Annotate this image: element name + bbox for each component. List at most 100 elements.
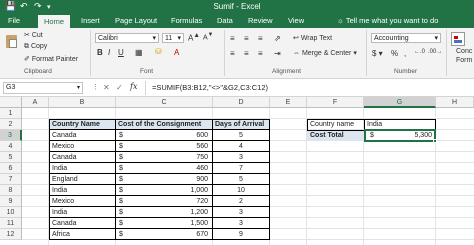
country-name-label[interactable]: Country name (308, 119, 364, 130)
column-header[interactable]: B (49, 97, 116, 108)
font-name-dropdown[interactable]: Calibri ▾ (95, 33, 159, 43)
cell-days[interactable]: 9 (213, 229, 269, 240)
scissors-icon: ✂ (24, 32, 32, 39)
align-middle-icon[interactable]: ≡ (244, 34, 249, 43)
tab-page-layout[interactable]: Page Layout (115, 16, 157, 25)
currency-icon[interactable]: $ ▾ (372, 49, 383, 58)
chevron-down-icon: ▾ (152, 35, 156, 42)
column-header[interactable]: D (213, 97, 270, 108)
row-header[interactable]: 5 (0, 152, 22, 163)
format-painter-button[interactable]: ✐ Format Painter (24, 55, 78, 63)
tab-view[interactable]: View (288, 16, 304, 25)
name-box[interactable]: G3 ▾ (3, 82, 83, 94)
align-center-icon[interactable]: ≡ (244, 49, 249, 58)
italic-button[interactable]: I (108, 48, 110, 57)
row-header[interactable]: 4 (0, 141, 22, 152)
cell-country[interactable]: Africa (50, 229, 114, 240)
title-bar: 💾 ↶ ↷ ▾ Sumif - Excel (0, 0, 474, 14)
column-header[interactable]: F (307, 97, 364, 108)
paste-icon-sheet (9, 39, 17, 48)
worksheet-grid: A B C D E F G H 1 2 3 4 5 6 7 8 9 10 11 … (0, 97, 474, 245)
row-header[interactable]: 12 (0, 229, 22, 240)
column-header-selected[interactable]: G (364, 97, 436, 108)
fill-color-icon[interactable]: ⛁ (155, 47, 162, 56)
select-all-corner[interactable] (0, 97, 22, 108)
decrease-font-button[interactable]: A▼ (203, 32, 213, 41)
tab-review[interactable]: Review (248, 16, 273, 25)
align-right-icon[interactable]: ≡ (258, 49, 263, 58)
merge-icon: ⇔ (293, 50, 302, 57)
align-bottom-icon[interactable]: ≡ (258, 34, 263, 43)
header-cost[interactable]: Cost of the Consignment (116, 119, 212, 130)
tab-formulas[interactable]: Formulas (171, 16, 202, 25)
align-left-icon[interactable]: ≡ (230, 49, 235, 58)
cost-total-currency: $ (370, 132, 374, 139)
row-header[interactable]: 2 (0, 119, 22, 130)
header-days[interactable]: Days of Arrival (213, 119, 269, 130)
chevron-down-icon: ▾ (177, 35, 181, 42)
number-format-dropdown[interactable]: Accounting ▾ (371, 33, 441, 43)
row-header[interactable]: 1 (0, 108, 22, 119)
borders-icon[interactable]: ▦ (135, 48, 143, 57)
underline-button[interactable]: U (118, 48, 124, 57)
divider (145, 81, 146, 95)
orientation-icon[interactable]: ⇗ (274, 34, 281, 43)
conditional-formatting-button[interactable]: Conc (456, 48, 472, 55)
comma-style-icon[interactable]: , (404, 49, 406, 58)
increase-font-button[interactable]: A▲ (188, 32, 200, 43)
row-header[interactable]: 10 (0, 207, 22, 218)
row-header-selected[interactable]: 3 (0, 130, 22, 141)
row-header[interactable]: 11 (0, 218, 22, 229)
paintbrush-icon: ✐ (24, 56, 32, 63)
tab-file[interactable]: File (8, 16, 20, 25)
divider (446, 30, 447, 76)
column-header[interactable]: C (116, 97, 213, 108)
column-header[interactable]: A (22, 97, 49, 108)
tab-insert[interactable]: Insert (81, 16, 100, 25)
tab-home[interactable]: Home (38, 15, 71, 28)
cell-cost[interactable]: 670 (150, 229, 210, 240)
conditional-formatting-label: Form (456, 57, 473, 64)
cell-currency[interactable]: $ (117, 229, 129, 240)
decrease-decimal-icon[interactable]: .00→ (428, 49, 442, 55)
bold-button[interactable]: B (97, 48, 103, 57)
wrap-text-button[interactable]: ↩ Wrap Text (293, 34, 332, 42)
column-header[interactable]: E (270, 97, 307, 108)
align-top-icon[interactable]: ≡ (230, 34, 235, 43)
row-header[interactable]: 9 (0, 196, 22, 207)
cost-total-label[interactable]: Cost Total (308, 130, 364, 141)
lightbulb-icon: ☼ (337, 16, 346, 25)
conditional-formatting-icon[interactable] (451, 32, 465, 46)
wrap-text-icon: ↩ (293, 35, 301, 42)
row-header[interactable]: 7 (0, 174, 22, 185)
header-country-name[interactable]: Country Name (50, 119, 115, 130)
cost-total-value: 5,300 (414, 132, 432, 139)
chevron-down-icon: ▾ (76, 85, 80, 91)
row-header[interactable]: 6 (0, 163, 22, 174)
increase-decimal-icon[interactable]: ←.0 (414, 49, 425, 55)
formula-dots-icon: ⋮ (92, 84, 99, 91)
indent-icon[interactable]: ⇥ (274, 49, 281, 58)
tell-me-search[interactable]: ☼ Tell me what you want to do (337, 16, 438, 25)
font-size-dropdown[interactable]: 11 ▾ (162, 33, 184, 43)
row-header[interactable]: 8 (0, 185, 22, 196)
paste-button[interactable] (5, 33, 19, 49)
column-header[interactable]: H (436, 97, 474, 108)
insert-function-button[interactable]: fx (130, 82, 137, 91)
clipboard-group-label: Clipboard (24, 68, 52, 75)
divider (224, 30, 225, 76)
alignment-group-label: Alignment (272, 68, 301, 75)
number-group-label: Number (394, 68, 418, 75)
cancel-icon[interactable]: ✕ (103, 83, 110, 92)
cut-button[interactable]: ✂ Cut (24, 31, 43, 39)
merge-center-button[interactable]: ⇔ Merge & Center ▾ (293, 49, 357, 57)
copy-button[interactable]: ⧉ Copy (24, 43, 47, 51)
chevron-down-icon: ▾ (434, 35, 438, 42)
formula-input[interactable]: =SUMIF(B3:B12,"<>"&G2,C3:C12) (152, 83, 268, 92)
font-color-icon[interactable]: A (174, 48, 179, 57)
tab-data[interactable]: Data (217, 16, 233, 25)
percent-icon[interactable]: % (391, 49, 398, 58)
ribbon-tabs: File Home Insert Page Layout Formulas Da… (0, 14, 474, 28)
fill-handle[interactable] (433, 139, 437, 143)
enter-icon[interactable]: ✓ (116, 83, 123, 92)
